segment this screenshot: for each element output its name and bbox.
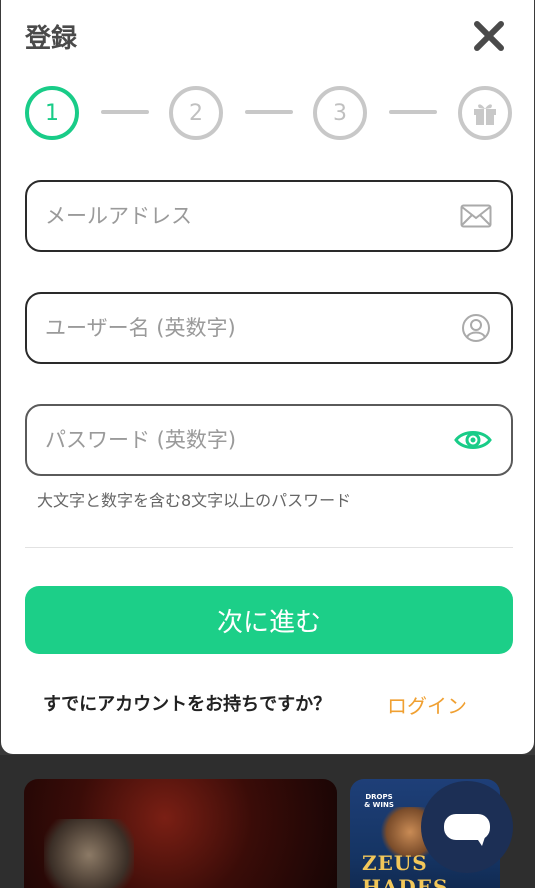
username-input[interactable] xyxy=(45,316,459,340)
user-icon xyxy=(459,311,493,345)
live-chat-button[interactable] xyxy=(421,781,513,873)
next-step-button[interactable]: 次に進む xyxy=(25,586,513,654)
step-connector xyxy=(245,110,293,114)
registration-stepper: 1 2 3 xyxy=(25,86,513,140)
step-1: 1 xyxy=(25,86,79,140)
chat-bubble-icon xyxy=(444,814,490,846)
step-3: 3 xyxy=(313,86,367,140)
envelope-icon xyxy=(459,199,493,233)
step-2: 2 xyxy=(169,86,223,140)
registration-modal: 登録 1 2 3 メールアドレス ユーザー名 (英数字) 大文字と数字を含む8文… xyxy=(1,0,534,754)
close-icon xyxy=(474,21,504,51)
password-field[interactable] xyxy=(25,404,513,476)
eye-icon[interactable] xyxy=(453,423,493,457)
password-input[interactable] xyxy=(45,428,453,452)
step-connector xyxy=(101,110,149,114)
email-input[interactable] xyxy=(45,204,459,228)
divider xyxy=(25,547,513,548)
step-gift xyxy=(458,86,512,140)
email-field[interactable] xyxy=(25,180,513,252)
password-hint: 大文字と数字を含む8文字以上のパスワード xyxy=(37,491,352,510)
step-connector xyxy=(389,110,437,114)
warrior-artwork xyxy=(44,819,134,888)
game-tile-warrior[interactable] xyxy=(24,779,337,888)
username-field[interactable] xyxy=(25,292,513,364)
login-link[interactable]: ログイン xyxy=(387,690,467,719)
modal-title: 登録 xyxy=(25,24,78,54)
close-button[interactable] xyxy=(469,16,509,56)
already-have-account-text: すでにアカウントをお持ちですか？ xyxy=(43,694,332,715)
gift-icon xyxy=(474,104,496,125)
